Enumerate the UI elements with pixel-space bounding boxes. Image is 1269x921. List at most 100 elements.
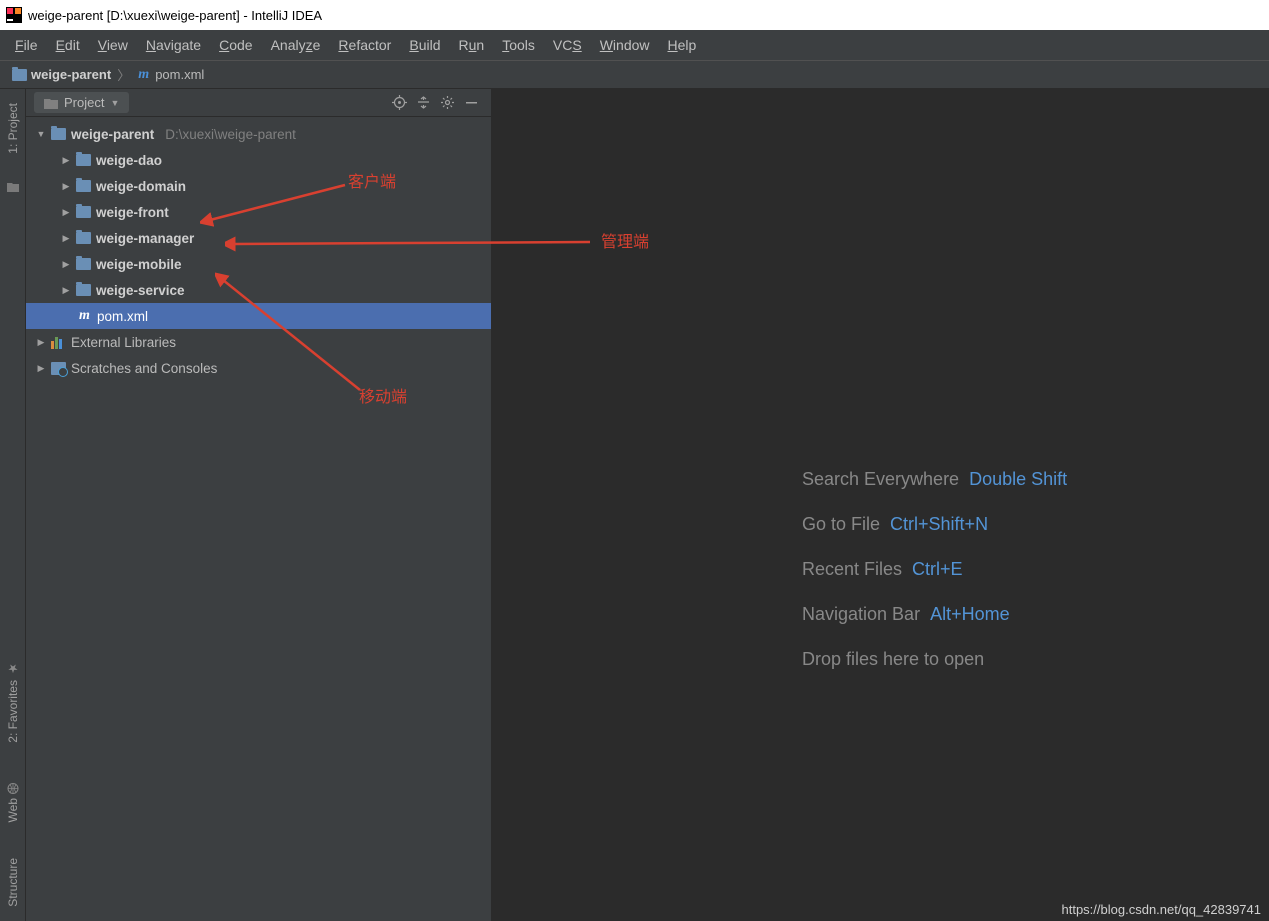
gutter-tab-web[interactable]: Web — [4, 773, 22, 828]
folder-icon — [76, 284, 91, 296]
gutter-tab-label: 1: Project — [6, 103, 20, 154]
collapse-arrow-icon[interactable]: ▶ — [61, 259, 71, 270]
breadcrumb-file-label: pom.xml — [155, 67, 204, 82]
collapse-arrow-icon[interactable]: ▶ — [61, 181, 71, 192]
menu-help[interactable]: Help — [659, 33, 706, 57]
tree-external-libraries[interactable]: ▶ External Libraries — [26, 329, 491, 355]
tree-module[interactable]: ▶weige-dao — [26, 147, 491, 173]
expand-arrow-icon[interactable]: ▼ — [36, 129, 46, 139]
menu-view[interactable]: View — [89, 33, 137, 57]
menu-navigate[interactable]: Navigate — [137, 33, 210, 57]
gutter-tab-label: 2: Favorites — [6, 680, 20, 743]
tree-item-label: External Libraries — [71, 335, 176, 350]
menu-code[interactable]: Code — [210, 33, 261, 57]
folder-icon — [76, 206, 91, 218]
hint-shortcut: Double Shift — [969, 469, 1067, 489]
editor-empty-area[interactable]: Search Everywhere Double Shift Go to File… — [492, 89, 1269, 921]
hint-shortcut: Ctrl+E — [912, 559, 963, 579]
tree-module[interactable]: ▶ weige-service — [26, 277, 491, 303]
collapse-arrow-icon[interactable]: ▶ — [61, 233, 71, 244]
watermark: https://blog.csdn.net/qq_42839741 — [1062, 902, 1262, 917]
breadcrumb-root-label: weige-parent — [31, 67, 111, 82]
menu-tools[interactable]: Tools — [493, 33, 544, 57]
hint-shortcut: Alt+Home — [930, 604, 1010, 624]
menubar: File Edit View Navigate Code Analyze Ref… — [0, 30, 1269, 60]
project-icon — [44, 97, 58, 109]
gutter-tab-label: Web — [6, 798, 20, 822]
hint-label: Navigation Bar — [802, 604, 920, 624]
tree-module[interactable]: ▶ weige-front — [26, 199, 491, 225]
project-pane-header: Project ▼ — [26, 89, 491, 117]
tree-module[interactable]: ▶ weige-domain — [26, 173, 491, 199]
breadcrumb-file[interactable]: m pom.xml — [132, 67, 208, 82]
gutter-tab-project[interactable]: 1: Project — [4, 97, 22, 160]
hint-label: Search Everywhere — [802, 469, 959, 489]
app-icon — [6, 7, 22, 23]
tree-root-path: D:\xuexi\weige-parent — [165, 127, 296, 142]
hint-row: Recent Files Ctrl+E — [802, 559, 1067, 580]
tree-root[interactable]: ▼ weige-parent D:\xuexi\weige-parent — [26, 121, 491, 147]
window-title: weige-parent [D:\xuexi\weige-parent] - I… — [28, 8, 322, 23]
collapse-arrow-icon[interactable]: ▶ — [36, 363, 46, 374]
tree-module[interactable]: ▶ weige-mobile — [26, 251, 491, 277]
folder-small-icon[interactable] — [6, 180, 20, 194]
tree-scratches[interactable]: ▶ Scratches and Consoles — [26, 355, 491, 381]
hint-row: Navigation Bar Alt+Home — [802, 604, 1067, 625]
tree-item-label: Scratches and Consoles — [71, 361, 217, 376]
folder-icon — [76, 258, 91, 270]
menu-analyze[interactable]: Analyze — [262, 33, 330, 57]
tree-module-label: weige-service — [96, 283, 185, 298]
scratches-icon — [51, 362, 66, 375]
hint-row: Search Everywhere Double Shift — [802, 469, 1067, 490]
main-area: 1: Project 2: Favorites ★ Web Structure — [0, 89, 1269, 921]
navigation-bar: weige-parent 〉 m pom.xml — [0, 60, 1269, 89]
maven-icon: m — [136, 67, 151, 82]
gutter-tab-label: Structure — [6, 858, 20, 907]
left-gutter: 1: Project 2: Favorites ★ Web Structure — [0, 89, 26, 921]
collapse-arrow-icon[interactable]: ▶ — [61, 207, 71, 218]
maven-icon: m — [77, 309, 92, 324]
folder-icon — [51, 128, 66, 140]
window-titlebar: weige-parent [D:\xuexi\weige-parent] - I… — [0, 0, 1269, 30]
editor-hints: Search Everywhere Double Shift Go to File… — [802, 469, 1067, 694]
menu-refactor[interactable]: Refactor — [329, 33, 400, 57]
globe-icon — [7, 779, 19, 794]
folder-icon — [12, 69, 27, 81]
hide-icon[interactable] — [459, 91, 483, 115]
locate-icon[interactable] — [387, 91, 411, 115]
tree-module-label: weige-domain — [96, 179, 186, 194]
gutter-tab-favorites[interactable]: 2: Favorites ★ — [4, 656, 22, 749]
menu-file[interactable]: File — [6, 33, 47, 57]
project-view-label: Project — [64, 95, 104, 110]
project-view-selector[interactable]: Project ▼ — [34, 92, 129, 113]
menu-window[interactable]: Window — [591, 33, 659, 57]
collapse-all-icon[interactable] — [411, 91, 435, 115]
tree-module-label: weige-front — [96, 205, 169, 220]
star-icon: ★ — [7, 662, 18, 676]
tree-module-label: weige-manager — [96, 231, 194, 246]
gutter-tab-structure[interactable]: Structure — [4, 852, 22, 913]
tree-file-label: pom.xml — [97, 309, 148, 324]
menu-run[interactable]: Run — [450, 33, 494, 57]
collapse-arrow-icon[interactable]: ▶ — [61, 285, 71, 296]
folder-icon — [76, 154, 91, 166]
collapse-arrow-icon[interactable]: ▶ — [36, 337, 46, 348]
project-tool-window: Project ▼ ▼ weige-parent D:\xuexi\weige-… — [26, 89, 492, 921]
breadcrumb-separator: 〉 — [117, 65, 130, 84]
menu-build[interactable]: Build — [400, 33, 449, 57]
tree-file-pom[interactable]: m pom.xml — [26, 303, 491, 329]
menu-vcs[interactable]: VCS — [544, 33, 591, 57]
gear-icon[interactable] — [435, 91, 459, 115]
tree-root-label: weige-parent — [71, 127, 154, 142]
libraries-icon — [51, 336, 66, 349]
hint-row: Go to FileCtrl+Shift+N — [802, 514, 1067, 535]
hint-label: Go to File — [802, 514, 880, 534]
chevron-down-icon: ▼ — [110, 98, 119, 108]
hint-label: Recent Files — [802, 559, 902, 579]
breadcrumb-root[interactable]: weige-parent — [8, 67, 115, 82]
tree-module[interactable]: ▶ weige-manager — [26, 225, 491, 251]
menu-edit[interactable]: Edit — [47, 33, 89, 57]
folder-icon — [76, 180, 91, 192]
collapse-arrow-icon[interactable]: ▶ — [61, 155, 71, 166]
tree-module-label: weige-mobile — [96, 257, 182, 272]
